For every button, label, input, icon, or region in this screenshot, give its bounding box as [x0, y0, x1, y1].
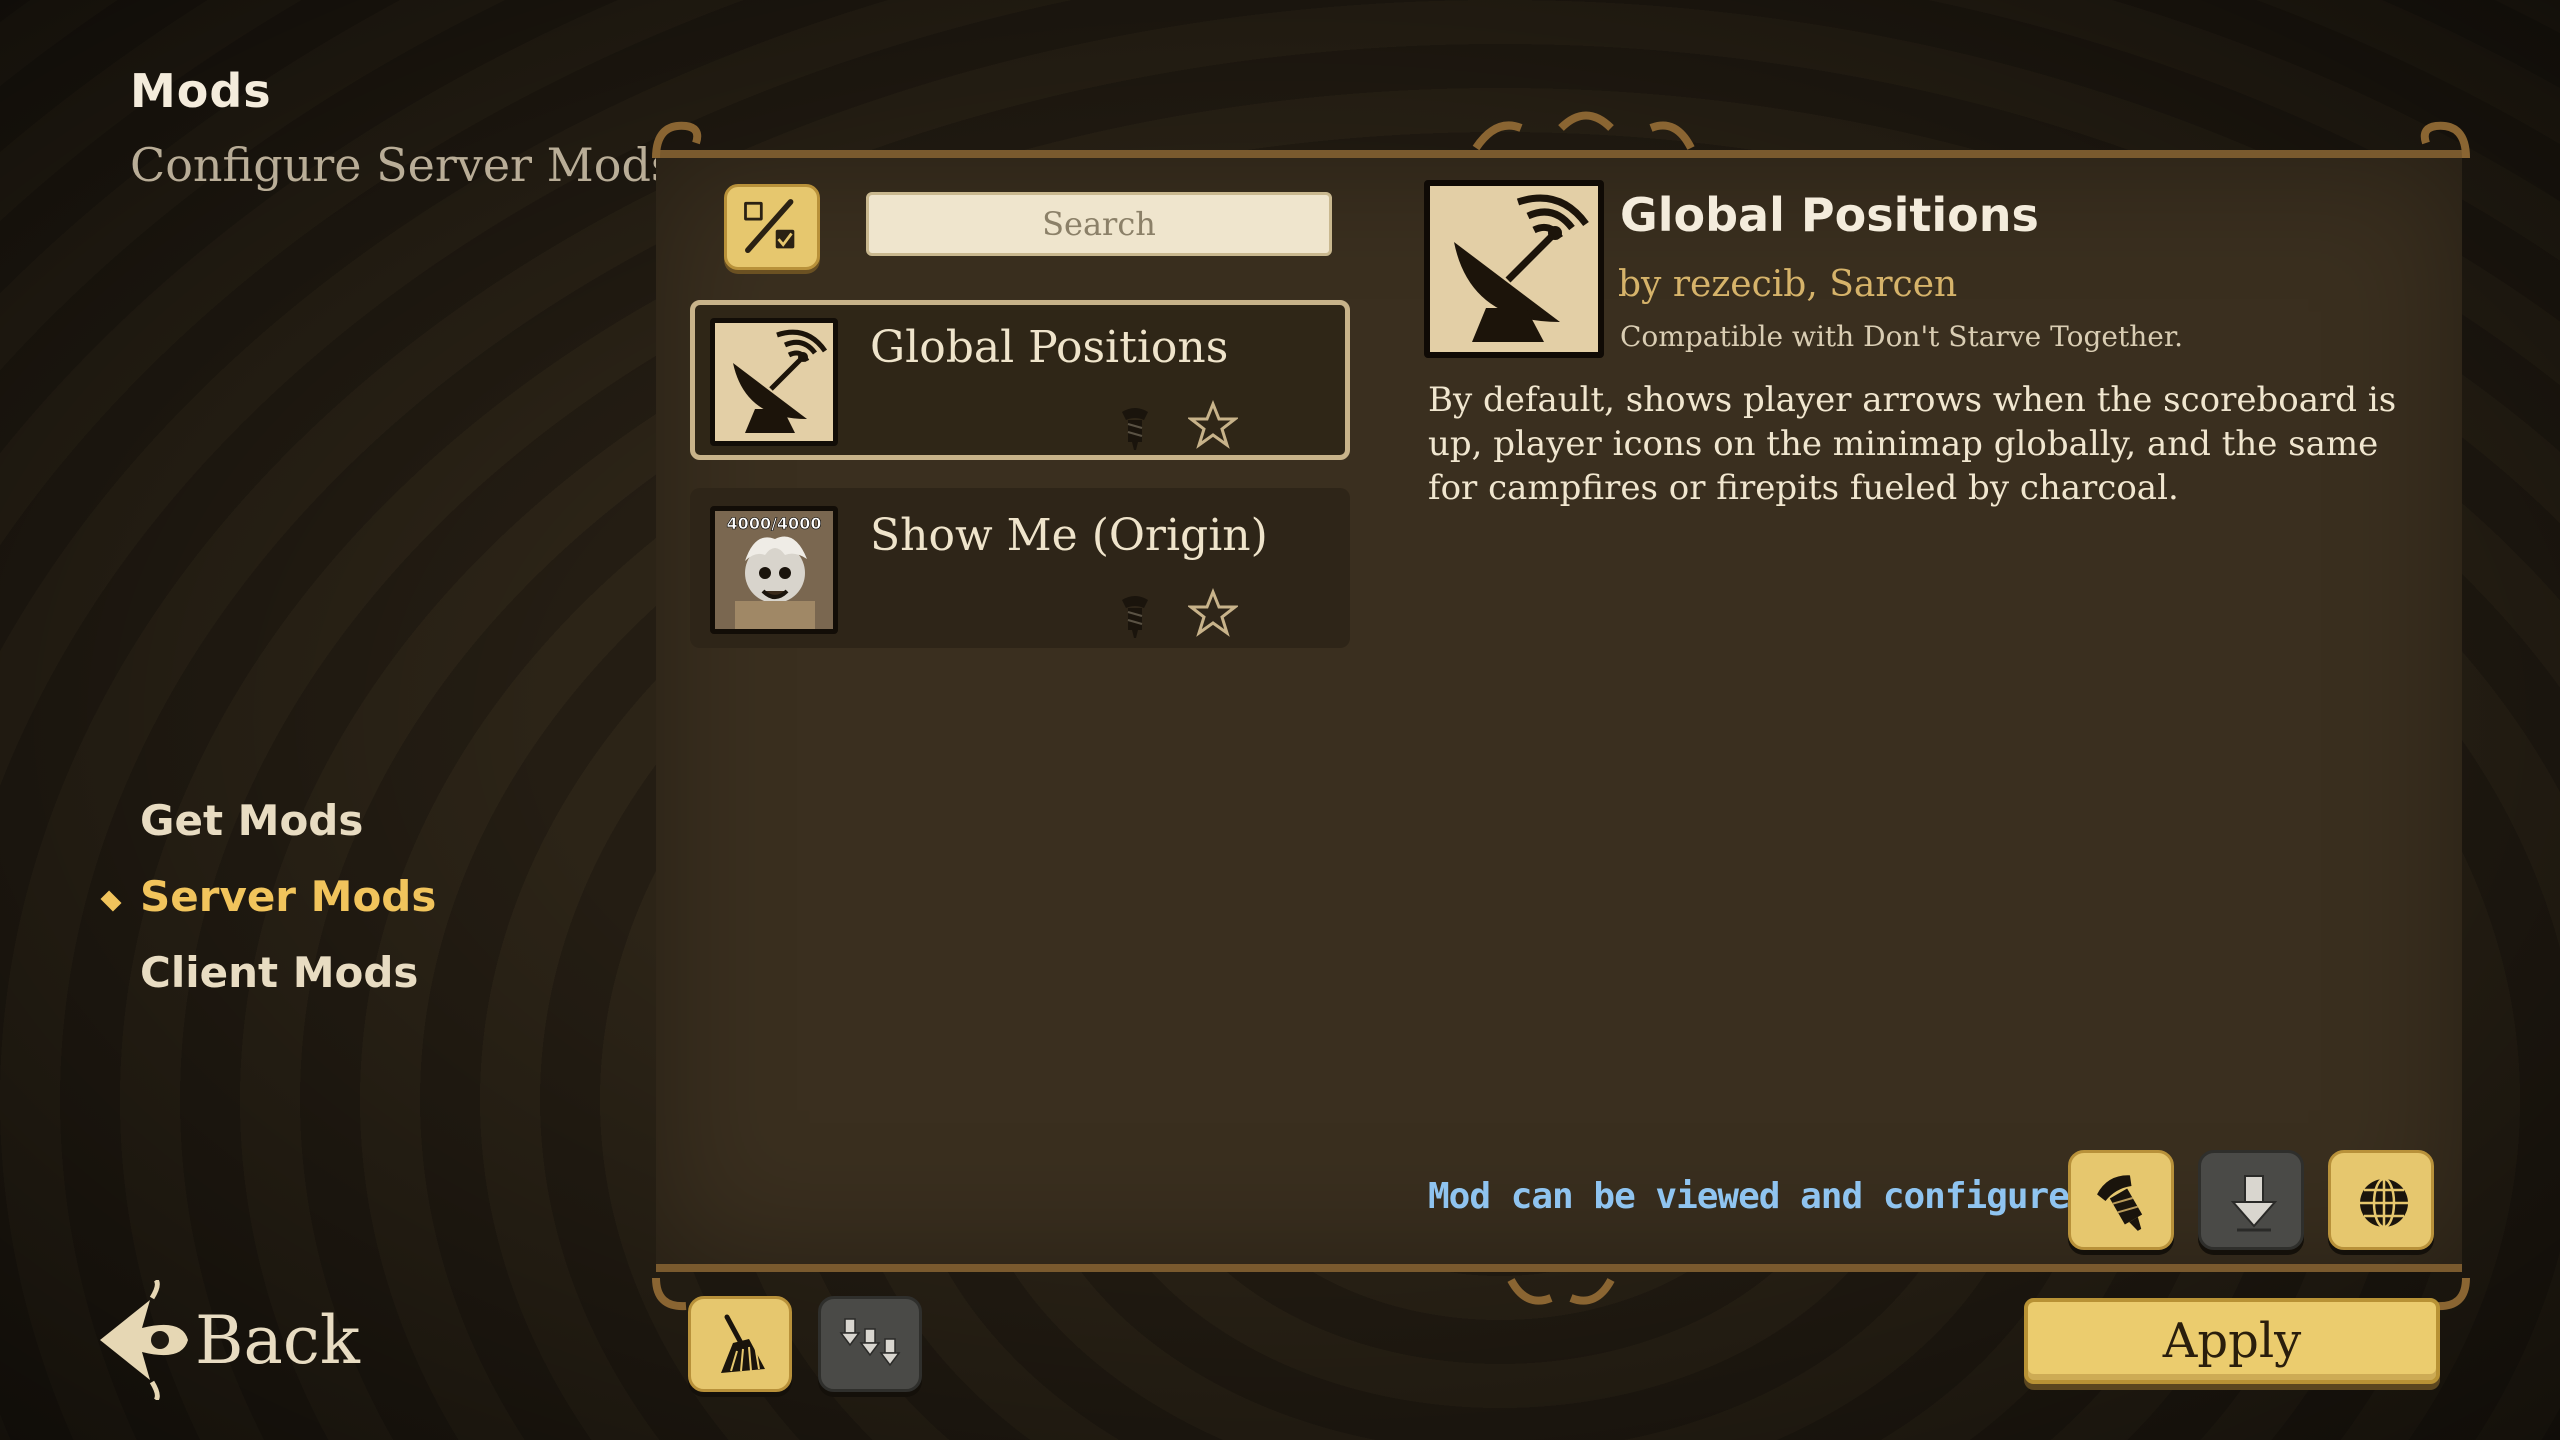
back-label: Back [195, 1302, 360, 1379]
cleanup-mods-button[interactable] [688, 1296, 792, 1392]
mod-list-item-global-positions[interactable]: Global Positions [690, 300, 1350, 460]
mod-name: Global Positions [870, 322, 1229, 373]
update-all-icon [839, 1318, 901, 1367]
detail-title: Global Positions [1620, 188, 2039, 242]
download-icon [2230, 1175, 2278, 1232]
apply-button[interactable]: Apply [2024, 1298, 2440, 1384]
update-all-mods-button[interactable] [818, 1296, 922, 1392]
show-me-character-icon: 4000/4000 [710, 506, 838, 634]
mod-workshop-button[interactable] [2328, 1150, 2434, 1250]
favorite-star-icon[interactable] [1188, 400, 1238, 450]
mod-status-text: Mod can be viewed and configured. [1428, 1176, 2111, 1217]
update-mod-button[interactable] [2198, 1150, 2304, 1250]
detail-author: by rezecib, Sarcen [1618, 264, 1958, 305]
configure-mod-button[interactable] [2068, 1150, 2174, 1250]
mod-status-icons [1110, 588, 1250, 644]
bolt-icon [1122, 408, 1148, 450]
nav-server-mods[interactable]: Server Mods [140, 872, 436, 921]
filter-checkbox-icon [744, 199, 795, 254]
bolt-icon [1122, 596, 1148, 638]
broom-icon [721, 1314, 765, 1373]
page-title: Mods [130, 64, 272, 118]
back-button[interactable]: Back [80, 1270, 360, 1410]
detail-description: By default, shows player arrows when the… [1428, 380, 2397, 508]
page-subtitle: Configure Server Mods [130, 138, 675, 192]
satellite-dish-icon [710, 318, 838, 446]
favorite-star-icon[interactable] [1188, 588, 1238, 638]
detail-compatibility: Compatible with Don't Starve Together. [1620, 320, 2184, 353]
mod-list-item-show-me[interactable]: 4000/4000 Show Me (Origin) [690, 488, 1350, 648]
mod-name: Show Me (Origin) [870, 510, 1268, 561]
detail-satellite-dish-icon [1424, 180, 1604, 358]
bolt-icon [2097, 1175, 2143, 1231]
globe-icon [2360, 1177, 2408, 1229]
filter-toggle-button[interactable] [724, 184, 820, 270]
nav-get-mods[interactable]: Get Mods [140, 796, 363, 845]
search-input[interactable] [866, 192, 1332, 256]
nav-client-mods[interactable]: Client Mods [140, 948, 418, 997]
show-me-thumb-text: 4000/4000 [727, 514, 822, 533]
mod-status-icons [1110, 400, 1250, 456]
back-arrow-icon [100, 1280, 188, 1400]
